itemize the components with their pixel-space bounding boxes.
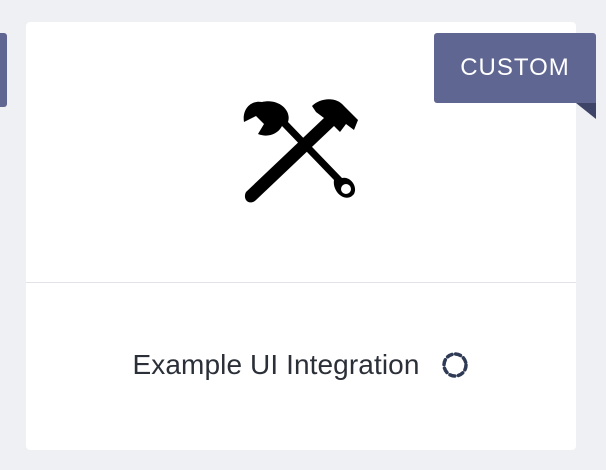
custom-badge-fold xyxy=(576,103,596,119)
integrations-page: Example UI Integration CUSTOM xyxy=(0,0,606,470)
previous-card-badge-edge xyxy=(0,33,7,107)
card-title-row: Example UI Integration xyxy=(26,347,576,383)
card-title[interactable]: Example UI Integration xyxy=(132,349,419,381)
custom-badge: CUSTOM xyxy=(434,33,596,103)
tools-icon xyxy=(243,99,358,203)
card-footer: Example UI Integration xyxy=(26,283,576,450)
loading-spinner-icon xyxy=(441,352,468,378)
custom-badge-label: CUSTOM xyxy=(460,54,570,81)
